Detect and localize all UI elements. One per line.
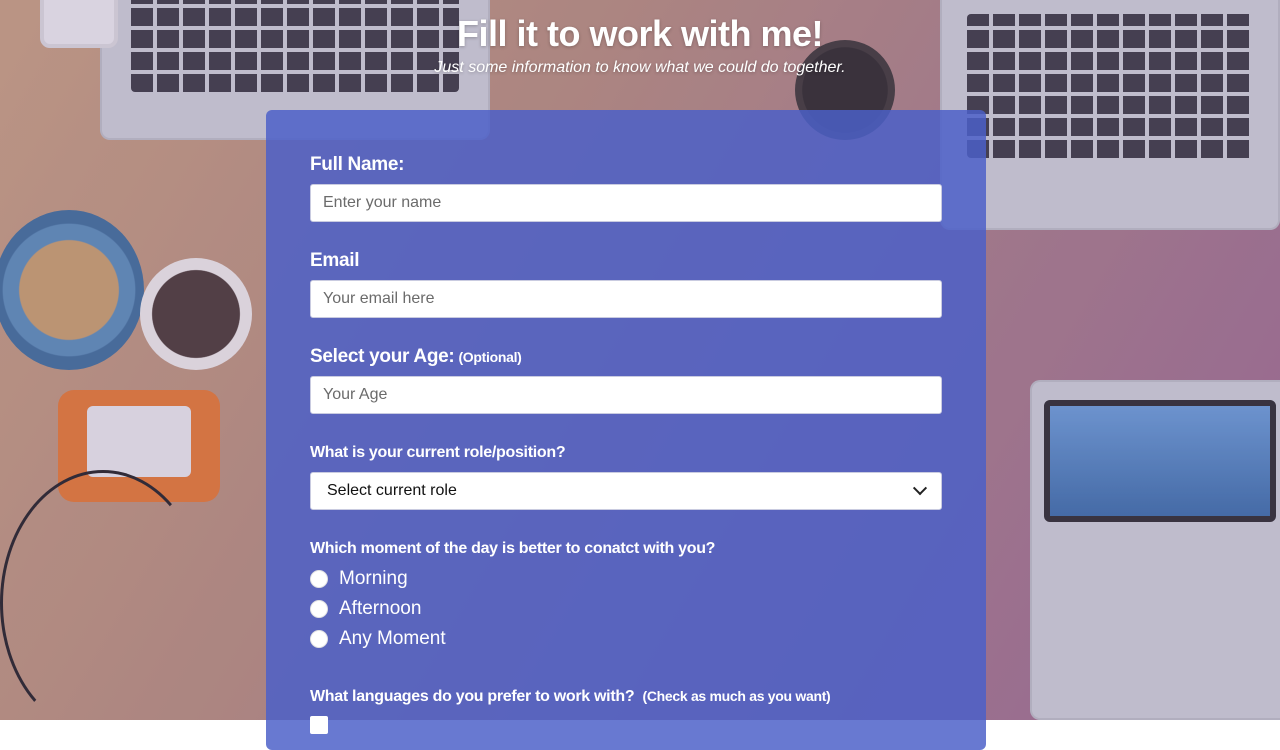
full-name-input[interactable] [310,184,942,222]
age-label-row: Select your Age: (Optional) [310,346,522,368]
languages-note: (Check as much as you want) [642,688,831,704]
full-name-label: Full Name: [310,154,405,175]
age-label: Select your Age: [310,346,455,367]
page-subtitle: Just some information to know what we co… [434,59,846,76]
age-input[interactable] [310,376,942,414]
radio-unchecked-icon[interactable] [310,600,328,618]
radio-unchecked-icon[interactable] [310,630,328,648]
page-title: Fill it to work with me! [457,13,824,54]
languages-label: What languages do you prefer to work wit… [310,688,635,705]
email-label: Email [310,250,360,271]
age-optional-note: (Optional) [458,349,522,365]
chevron-down-icon [912,481,928,496]
survey-form: Full Name: Email Select your Age:(Option… [266,110,986,750]
role-select-value: Select current role [327,482,457,499]
radio-unchecked-icon[interactable] [310,570,328,588]
radio-label-afternoon: Afternoon [339,598,422,619]
radio-option-afternoon[interactable]: Afternoon [310,598,421,620]
radio-label-morning: Morning [339,568,408,589]
contact-time-label: Which moment of the day is better to con… [310,540,716,557]
radio-option-any-moment[interactable]: Any Moment [310,628,446,650]
email-input[interactable] [310,280,942,318]
role-label: What is your current role/position? [310,444,566,461]
radio-label-any-moment: Any Moment [339,628,446,649]
languages-label-row: What languages do you prefer to work wit… [310,688,831,706]
role-select[interactable]: Select current role [310,472,942,510]
radio-option-morning[interactable]: Morning [310,568,408,590]
header: Fill it to work with me! Just some infor… [0,0,1280,77]
checkbox-unchecked-icon[interactable] [310,716,328,734]
